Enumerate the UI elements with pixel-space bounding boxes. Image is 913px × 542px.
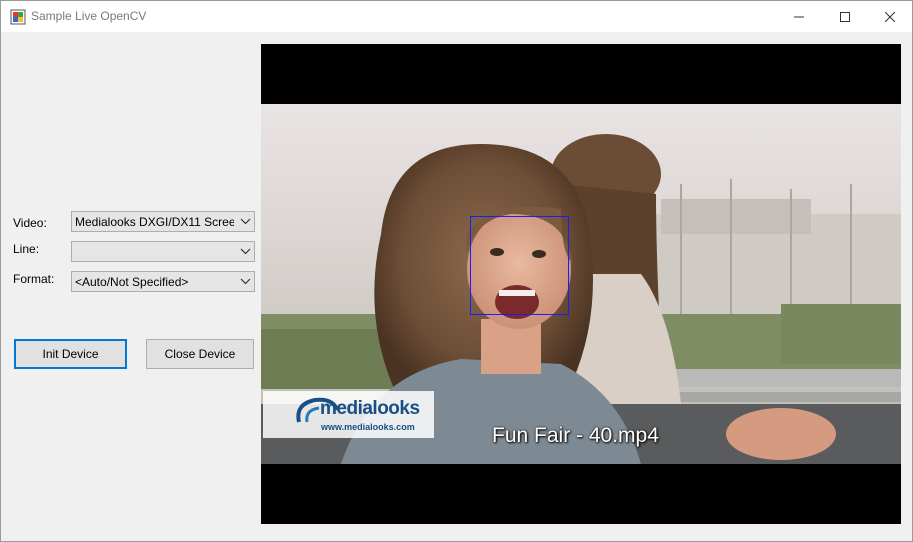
minimize-button[interactable] [776,1,822,32]
video-select[interactable]: Medialooks DXGI/DX11 ScreenCa [71,211,255,232]
logo-name: medialooks [320,398,420,419]
format-label: Format: [13,272,55,286]
medialooks-logo: medialooks www.medialooks.com [263,391,434,438]
maximize-icon [840,11,850,22]
video-frame: medialooks www.medialooks.com Fun Fair -… [261,104,901,464]
maximize-button[interactable] [822,1,868,32]
close-icon [885,11,895,22]
app-window: Sample Live OpenCV Video: Medialooks DXG… [0,0,913,542]
minimize-icon [794,16,804,17]
close-device-button[interactable]: Close Device [146,339,254,369]
app-icon [10,9,26,25]
chevron-down-icon [240,278,251,285]
line-label: Line: [13,242,40,256]
init-device-button[interactable]: Init Device [14,339,127,369]
format-select[interactable]: <Auto/Not Specified> [71,271,255,292]
chevron-down-icon [240,248,251,255]
logo-url: www.medialooks.com [321,422,415,432]
video-select-value: Medialooks DXGI/DX11 ScreenCa [75,215,234,229]
video-overlay-filename: Fun Fair - 40.mp4 [492,424,659,447]
title-bar[interactable]: Sample Live OpenCV [1,1,912,32]
video-label: Video: [13,216,47,230]
format-select-value: <Auto/Not Specified> [75,275,189,289]
window-title: Sample Live OpenCV [31,9,147,23]
close-button[interactable] [867,1,913,32]
video-preview: medialooks www.medialooks.com Fun Fair -… [261,44,901,524]
face-detection-box [470,216,569,315]
chevron-down-icon [240,218,251,225]
line-select[interactable] [71,241,255,262]
